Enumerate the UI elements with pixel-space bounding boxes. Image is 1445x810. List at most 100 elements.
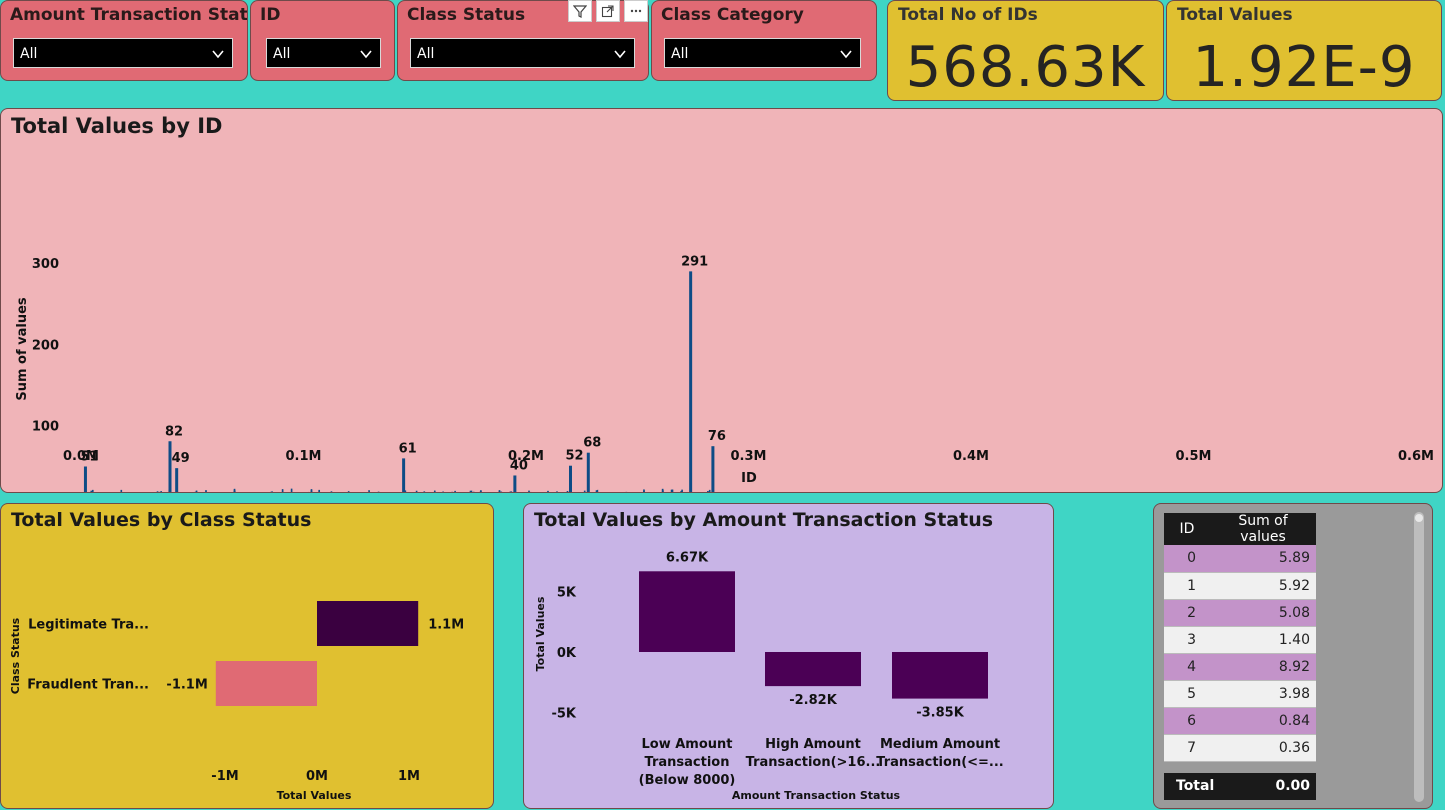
kpi-value: 568.63K bbox=[905, 35, 1146, 100]
id-cell: 4 bbox=[1164, 653, 1210, 681]
table-row[interactable]: 5 3.98 bbox=[1164, 680, 1316, 708]
amount-status-chart: 5K 0K -5K 6.67K Low Amount Transaction (Below… bbox=[534, 550, 1004, 802]
class-status-chart: Legitimate Tra... 1.1M Fraudlent Tran... -1… bbox=[9, 601, 464, 802]
sum-cell: 5.08 bbox=[1210, 599, 1316, 627]
class-status-dropdown[interactable]: All bbox=[410, 38, 635, 68]
kpi-title: Total No of IDs bbox=[898, 5, 1038, 25]
x-tick-label: 0.5M bbox=[1176, 449, 1212, 464]
slicer-title: Amount Transaction Status bbox=[10, 5, 248, 25]
y-tick-label: 0K bbox=[557, 646, 577, 661]
bar[interactable] bbox=[215, 661, 317, 706]
dropdown-value: All bbox=[417, 46, 435, 62]
sum-cell: 8.92 bbox=[1210, 653, 1316, 681]
dropdown-value: All bbox=[273, 46, 291, 62]
dropdown-value: All bbox=[671, 46, 689, 62]
class-status-panel: Total Values by Class Status Legitimate … bbox=[0, 503, 494, 809]
sum-cell: 3.98 bbox=[1210, 680, 1316, 708]
category-label: Legitimate Tra... bbox=[28, 618, 149, 633]
scrollbar-thumb[interactable] bbox=[1415, 514, 1423, 522]
data-label: 68 bbox=[583, 436, 601, 451]
y-axis-title: Class Status bbox=[9, 617, 22, 694]
bar[interactable] bbox=[765, 652, 861, 687]
column-header-sum[interactable]: Sum of values bbox=[1210, 513, 1316, 545]
amount-status-dropdown[interactable]: All bbox=[13, 38, 233, 68]
data-label: 49 bbox=[172, 451, 190, 466]
data-label: -1.1M bbox=[166, 678, 207, 693]
y-tick-label: 200 bbox=[32, 338, 59, 353]
data-label: 291 bbox=[681, 254, 708, 269]
bar[interactable] bbox=[317, 601, 419, 646]
bar[interactable] bbox=[892, 652, 988, 699]
table-row[interactable]: 4 8.92 bbox=[1164, 653, 1316, 681]
class-category-dropdown[interactable]: All bbox=[664, 38, 861, 68]
filter-icon[interactable] bbox=[568, 0, 592, 22]
focus-mode-icon[interactable] bbox=[596, 0, 620, 22]
data-label: 76 bbox=[708, 429, 726, 444]
id-cell: 7 bbox=[1164, 734, 1210, 762]
kpi-value: 1.92E-9 bbox=[1192, 35, 1416, 100]
table-row[interactable]: 6 0.84 bbox=[1164, 707, 1316, 735]
sum-cell: 1.40 bbox=[1210, 626, 1316, 654]
total-value: 0.00 bbox=[1275, 778, 1310, 794]
y-tick-label: 5K bbox=[557, 586, 577, 601]
data-label: 82 bbox=[165, 424, 183, 439]
chevron-down-icon bbox=[360, 50, 372, 59]
x-axis-title: ID bbox=[741, 471, 757, 486]
slicer-id: ID All bbox=[250, 0, 395, 81]
scrollbar[interactable] bbox=[1414, 512, 1424, 802]
line-chart-panel: Total Values by ID 3002001000 0.0M0.1M0.… bbox=[0, 108, 1443, 493]
y-axis-title: Sum of values bbox=[15, 297, 30, 401]
id-cell: 1 bbox=[1164, 572, 1210, 600]
y-tick-label: 300 bbox=[32, 257, 59, 272]
kpi-total-values: Total Values 1.92E-9 bbox=[1166, 0, 1442, 101]
data-label: 52 bbox=[565, 449, 583, 464]
id-cell: 5 bbox=[1164, 680, 1210, 708]
slicer-title: Class Status bbox=[407, 5, 526, 25]
data-label: 51 bbox=[80, 450, 98, 465]
data-label: 6.67K bbox=[666, 550, 709, 565]
table-row[interactable]: 0 5.89 bbox=[1164, 545, 1316, 573]
kpi-title: Total Values bbox=[1177, 5, 1293, 25]
id-cell: 3 bbox=[1164, 626, 1210, 654]
bar[interactable] bbox=[639, 571, 735, 652]
chevron-down-icon bbox=[840, 50, 852, 59]
dropdown-value: All bbox=[20, 46, 38, 62]
kpi-total-ids: Total No of IDs 568.63K bbox=[887, 0, 1164, 101]
more-options-icon[interactable] bbox=[624, 0, 648, 22]
x-axis-title: Total Values bbox=[277, 789, 352, 802]
category-label: Medium Amount bbox=[880, 737, 1000, 752]
x-tick-label: 0M bbox=[306, 769, 328, 784]
category-label: Transaction(>16... bbox=[746, 755, 881, 770]
table-row[interactable]: 3 1.40 bbox=[1164, 626, 1316, 654]
slicer-title: ID bbox=[260, 5, 281, 25]
amount-status-panel: Total Values by Amount Transaction Statu… bbox=[523, 503, 1054, 809]
column-header-id[interactable]: ID bbox=[1164, 513, 1210, 545]
id-dropdown[interactable]: All bbox=[266, 38, 381, 68]
sum-cell: 0.36 bbox=[1210, 734, 1316, 762]
sum-cell: 0.84 bbox=[1210, 707, 1316, 735]
category-label: Transaction(<=... bbox=[876, 755, 1004, 770]
y-tick-label: 100 bbox=[32, 420, 59, 435]
data-label: -2.82K bbox=[789, 693, 837, 708]
values-table-panel: ID Sum of values 0 5.89 1 5.92 2 5.08 3 1.40 4 8.… bbox=[1153, 503, 1433, 809]
data-label: 61 bbox=[399, 441, 417, 456]
table-row[interactable]: 2 5.08 bbox=[1164, 599, 1316, 627]
table-total-row: Total 0.00 bbox=[1164, 773, 1316, 800]
chevron-down-icon bbox=[212, 50, 224, 59]
values-table: ID Sum of values 0 5.89 1 5.92 2 5.08 3 1.40 4 8.… bbox=[1164, 513, 1316, 762]
table-row[interactable]: 7 0.36 bbox=[1164, 734, 1316, 762]
x-tick-label: 0.3M bbox=[731, 449, 767, 464]
slicer-amount-transaction-status: Amount Transaction Status All bbox=[0, 0, 248, 81]
id-cell: 2 bbox=[1164, 599, 1210, 627]
category-label: High Amount bbox=[765, 737, 861, 752]
table-row[interactable]: 1 5.92 bbox=[1164, 572, 1316, 600]
data-label: 40 bbox=[510, 458, 528, 473]
data-label: 1.1M bbox=[428, 618, 464, 633]
total-label: Total bbox=[1176, 778, 1215, 794]
x-tick-label: 0.1M bbox=[286, 449, 322, 464]
visual-header bbox=[568, 0, 648, 22]
x-axis-title: Amount Transaction Status bbox=[732, 789, 901, 802]
category-label: Fraudlent Tran... bbox=[27, 678, 149, 693]
category-label: Low Amount bbox=[641, 737, 732, 752]
y-tick-label: -5K bbox=[551, 707, 576, 722]
